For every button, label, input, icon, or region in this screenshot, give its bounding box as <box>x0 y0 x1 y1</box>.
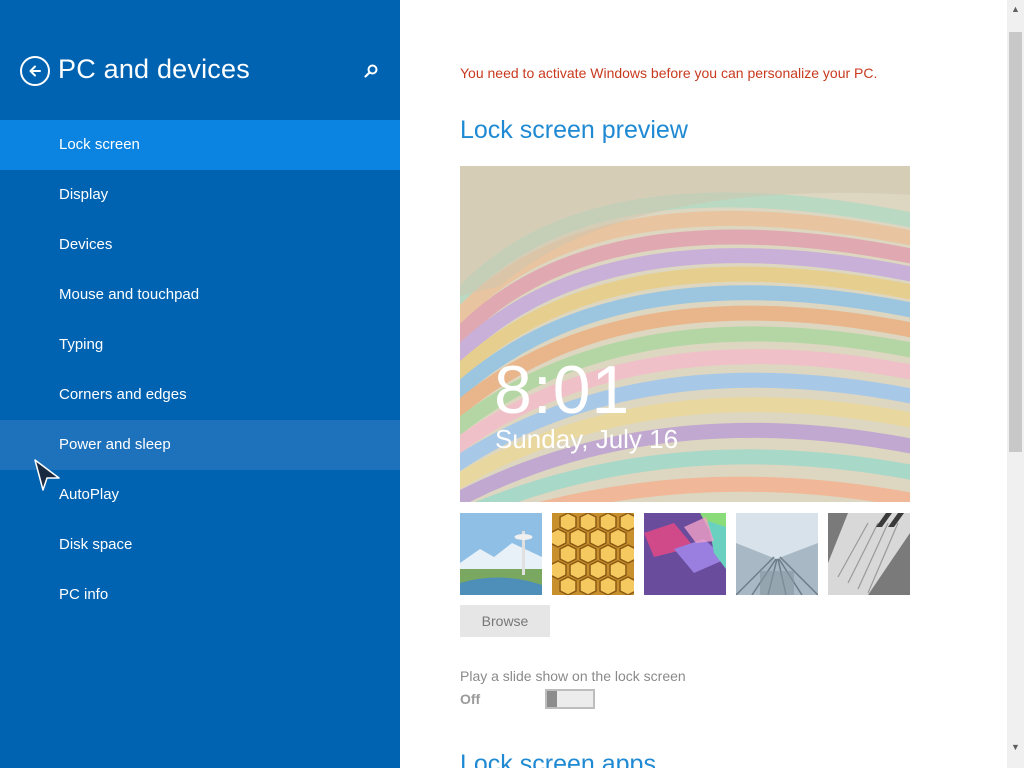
scroll-up-arrow-icon[interactable]: ▲ <box>1007 0 1024 17</box>
slideshow-label: Play a slide show on the lock screen <box>460 668 686 684</box>
honeycomb-thumbnail[interactable] <box>552 513 634 595</box>
vertical-scrollbar[interactable]: ▲ ▼ <box>1007 0 1024 768</box>
search-icon <box>364 64 378 78</box>
sidebar-header: PC and devices <box>0 0 400 120</box>
escalator-thumbnail[interactable] <box>736 513 818 595</box>
mouse-cursor-icon <box>34 459 60 491</box>
lock-screen-preview: 8:01 Sunday, July 16 <box>460 166 910 502</box>
scroll-down-arrow-icon[interactable]: ▼ <box>1007 738 1024 755</box>
sidebar: PC and devices Lock screen Display Devic… <box>0 0 400 768</box>
sidebar-item-disk-space[interactable]: Disk space <box>0 520 400 570</box>
preview-date: Sunday, July 16 <box>495 424 679 454</box>
sidebar-item-devices[interactable]: Devices <box>0 220 400 270</box>
sidebar-item-pc-info[interactable]: PC info <box>0 570 400 620</box>
sidebar-nav: Lock screen Display Devices Mouse and to… <box>0 120 400 620</box>
lock-screen-apps-heading: Lock screen apps <box>460 750 656 768</box>
sidebar-item-lock-screen[interactable]: Lock screen <box>0 120 400 170</box>
lock-screen-preview-heading: Lock screen preview <box>460 116 688 144</box>
slideshow-toggle-state: Off <box>460 691 481 707</box>
sidebar-item-mouse-and-touchpad[interactable]: Mouse and touchpad <box>0 270 400 320</box>
space-needle-thumbnail[interactable] <box>460 513 542 595</box>
search-button[interactable] <box>360 60 382 82</box>
main-content: You need to activate Windows before you … <box>400 0 1007 768</box>
toggle-knob <box>547 691 557 707</box>
scroll-thumb[interactable] <box>1009 32 1022 452</box>
activation-notice: You need to activate Windows before you … <box>460 65 878 81</box>
sidebar-item-typing[interactable]: Typing <box>0 320 400 370</box>
sidebar-item-corners-and-edges[interactable]: Corners and edges <box>0 370 400 420</box>
piano-keys-thumbnail[interactable] <box>828 513 910 595</box>
browse-button[interactable]: Browse <box>460 605 550 637</box>
preview-clock: 8:01 <box>494 352 631 428</box>
back-button[interactable] <box>20 56 50 86</box>
sidebar-item-display[interactable]: Display <box>0 170 400 220</box>
geometric-shapes-thumbnail[interactable] <box>644 513 726 595</box>
back-arrow-icon <box>29 65 41 77</box>
page-title: PC and devices <box>58 54 250 84</box>
slideshow-toggle[interactable] <box>545 689 595 709</box>
wallpaper-thumbnails <box>460 513 910 595</box>
